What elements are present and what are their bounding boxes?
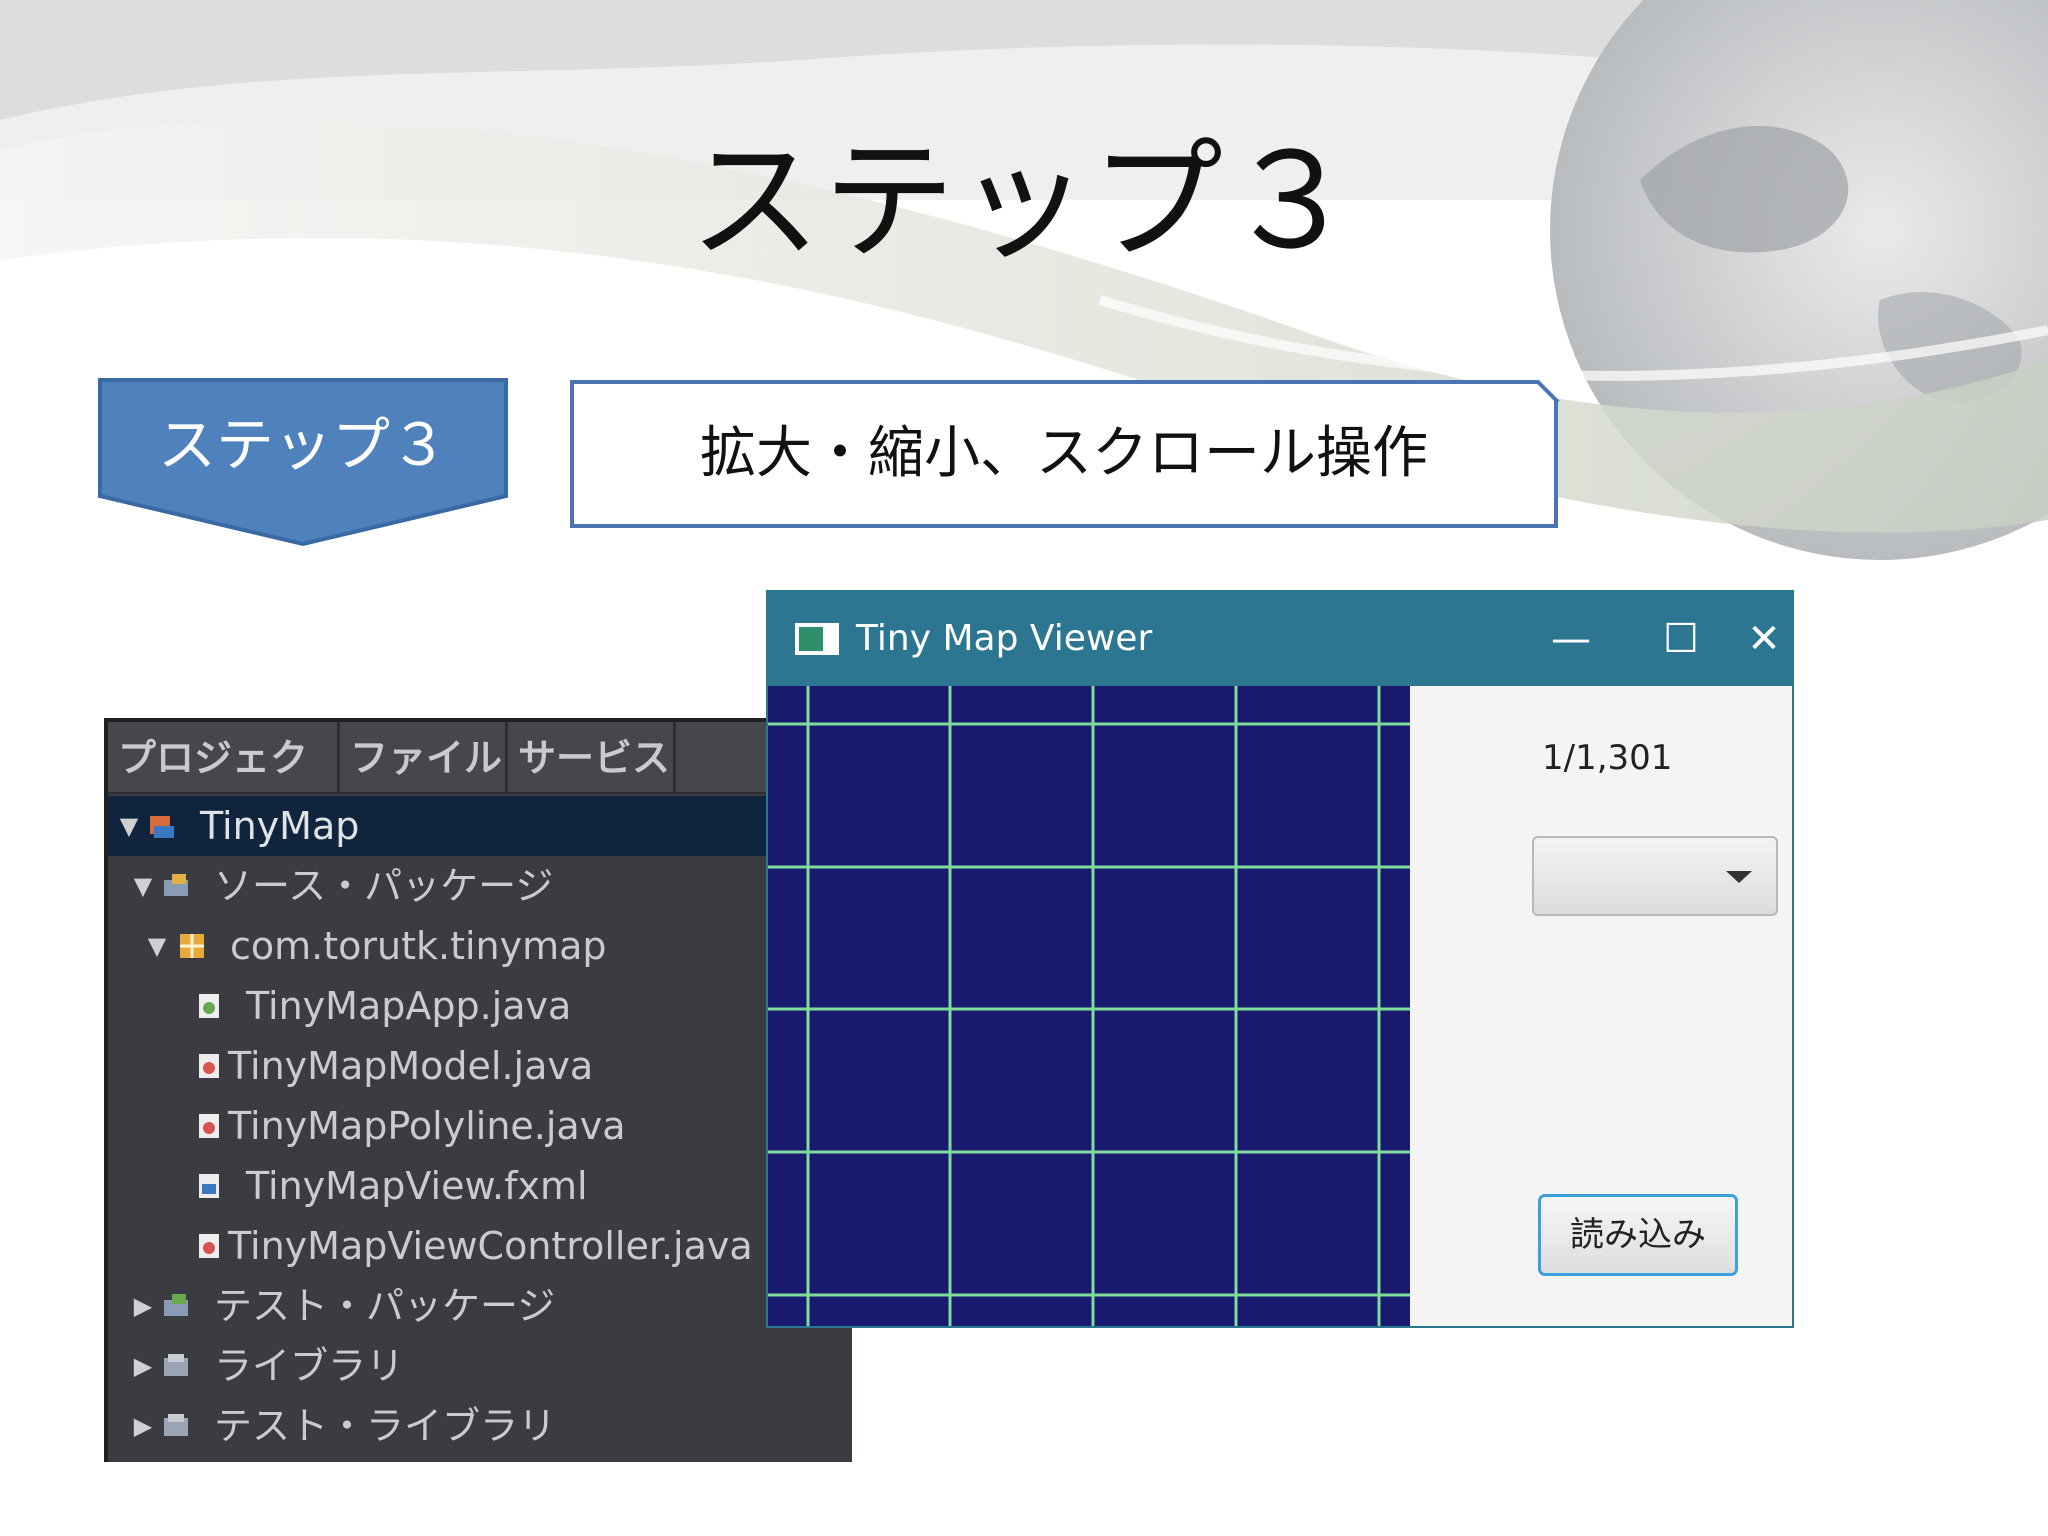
tree-node-label: TinyMapViewController.java bbox=[228, 1224, 753, 1268]
window-titlebar[interactable]: Tiny Map Viewer — ☐ ✕ bbox=[768, 592, 1792, 686]
tree-node-label: ライブラリ bbox=[214, 1344, 405, 1388]
app-window: Tiny Map Viewer — ☐ ✕ 1/1,301 読み込み bbox=[766, 590, 1794, 1328]
tree-node-file[interactable]: TinyMapPolyline.java bbox=[108, 1096, 852, 1156]
chevron-down-icon[interactable] bbox=[1726, 871, 1752, 883]
java-main-class-icon bbox=[199, 994, 219, 1018]
libraries-icon bbox=[164, 1354, 188, 1376]
map-canvas[interactable] bbox=[768, 686, 1410, 1326]
close-button[interactable]: ✕ bbox=[1736, 592, 1792, 686]
tree-node-label: テスト・ライブラリ bbox=[214, 1404, 557, 1448]
tree-node-source-packages[interactable]: ▼ ソース・パッケージ bbox=[108, 856, 852, 916]
expand-icon[interactable]: ▼ bbox=[132, 856, 154, 916]
tree-node-libraries[interactable]: ▶ ライブラリ bbox=[108, 1336, 852, 1396]
tree-node-file[interactable]: TinyMapView.fxml bbox=[108, 1156, 852, 1216]
package-icon bbox=[180, 934, 204, 958]
slide-title: ステップ３ bbox=[689, 125, 1359, 279]
tree-node-label: テスト・パッケージ bbox=[214, 1284, 556, 1328]
tab-files[interactable]: ファイル bbox=[340, 722, 508, 794]
tree-node-file[interactable]: TinyMapViewController.java bbox=[108, 1216, 852, 1276]
tree-node-test-packages[interactable]: ▶ テスト・パッケージ bbox=[108, 1276, 852, 1336]
tab-services-label: サービス bbox=[518, 736, 671, 780]
tree-node-label: TinyMapApp.java bbox=[246, 984, 572, 1028]
tab-files-label: ファイル bbox=[350, 736, 503, 780]
tree-node-label: com.torutk.tinymap bbox=[230, 924, 607, 968]
app-icon bbox=[795, 623, 839, 655]
test-libraries-icon bbox=[164, 1414, 188, 1436]
page-indicator: 1/1,301 bbox=[1542, 738, 1673, 778]
step-badge-label: ステップ３ bbox=[157, 411, 448, 479]
maximize-button[interactable]: ☐ bbox=[1626, 592, 1736, 686]
java-class-icon bbox=[199, 1114, 219, 1138]
tree-node-label: TinyMap bbox=[200, 804, 360, 848]
test-packages-icon bbox=[164, 1294, 188, 1316]
java-class-icon bbox=[199, 1054, 219, 1078]
expand-icon[interactable]: ▶ bbox=[132, 1396, 154, 1456]
expand-icon[interactable]: ▶ bbox=[132, 1276, 154, 1336]
tab-services[interactable]: サービス bbox=[508, 722, 676, 794]
fxml-file-icon bbox=[199, 1174, 219, 1198]
step-description: 拡大・縮小、スクロール操作 bbox=[700, 421, 1428, 486]
expand-icon[interactable]: ▼ bbox=[118, 796, 140, 856]
source-packages-icon bbox=[164, 874, 188, 896]
file-combo-box[interactable] bbox=[1532, 836, 1778, 916]
tree-node-file[interactable]: TinyMapApp.java bbox=[108, 976, 852, 1036]
tree-node-project[interactable]: ▼ TinyMap bbox=[108, 796, 852, 856]
control-panel: 1/1,301 読み込み bbox=[1410, 686, 1792, 1326]
javafx-project-icon bbox=[150, 816, 174, 838]
tree-node-label: TinyMapModel.java bbox=[228, 1044, 594, 1088]
load-button[interactable]: 読み込み bbox=[1538, 1194, 1738, 1276]
tree-node-test-libraries[interactable]: ▶ テスト・ライブラリ bbox=[108, 1396, 852, 1456]
tree-node-label: ソース・パッケージ bbox=[214, 864, 554, 908]
minimize-button[interactable]: — bbox=[1516, 592, 1626, 686]
tree-node-label: TinyMapPolyline.java bbox=[228, 1104, 626, 1148]
expand-icon[interactable]: ▶ bbox=[132, 1336, 154, 1396]
tree-node-package[interactable]: ▼ com.torutk.tinymap bbox=[108, 916, 852, 976]
java-class-icon bbox=[199, 1234, 219, 1258]
tab-projects[interactable]: プロジェクト× bbox=[108, 722, 340, 852]
ide-tab-bar: プロジェクト× ファイル サービス bbox=[108, 722, 852, 852]
window-title: Tiny Map Viewer bbox=[856, 618, 1153, 659]
expand-icon[interactable]: ▼ bbox=[146, 916, 168, 976]
ide-projects-panel: プロジェクト× ファイル サービス ▼ TinyMap ▼ ソース・パッケージ … bbox=[104, 718, 852, 1462]
tree-node-file[interactable]: TinyMapModel.java bbox=[108, 1036, 852, 1096]
tree-node-label: TinyMapView.fxml bbox=[246, 1164, 588, 1208]
